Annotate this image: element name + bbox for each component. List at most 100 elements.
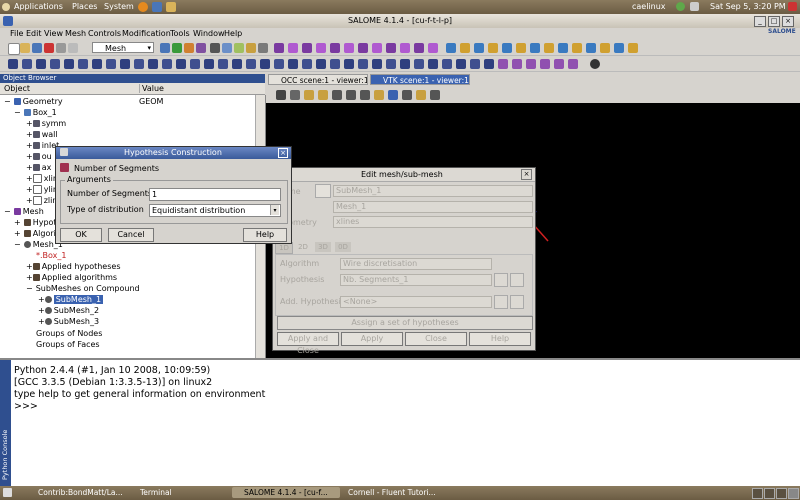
mesh-tool-icon[interactable] (428, 43, 438, 53)
close-icon[interactable]: × (521, 169, 532, 180)
task-salome[interactable]: SALOME 4.1.4 - [cu-f... (232, 487, 340, 498)
control-icon[interactable] (414, 59, 424, 69)
mesh-tool-icon[interactable] (358, 43, 368, 53)
new-icon[interactable] (8, 43, 20, 55)
close-button[interactable]: Close (405, 332, 467, 346)
help-button[interactable]: Help (243, 228, 287, 242)
mesh-edit-icon[interactable] (502, 43, 512, 53)
control-icon[interactable] (78, 59, 88, 69)
mesh-tool-icon[interactable] (400, 43, 410, 53)
control-icon[interactable] (442, 59, 452, 69)
tree-item-geometry[interactable]: − Geometry (4, 97, 63, 106)
mail-icon[interactable] (152, 2, 162, 12)
cancel-button[interactable]: Cancel (108, 228, 154, 242)
tree-item-ylines[interactable]: + ylin (26, 185, 58, 194)
view-icon[interactable] (374, 90, 384, 100)
copy-icon[interactable] (56, 43, 66, 53)
geometry-module-icon[interactable] (160, 43, 170, 53)
close-icon[interactable]: × (278, 148, 288, 158)
tab-occ-viewer[interactable]: OCC scene:1 - viewer:1 (268, 74, 368, 85)
mesh-field[interactable]: Mesh_1 (333, 201, 533, 213)
control-icon[interactable] (288, 59, 298, 69)
mesh-edit-icon[interactable] (628, 43, 638, 53)
trihedron-icon[interactable] (290, 90, 300, 100)
trash-icon[interactable] (788, 488, 799, 499)
apply-button[interactable]: Apply (341, 332, 403, 346)
mesh-edit-icon[interactable] (530, 43, 540, 53)
mesh-tool-icon[interactable] (316, 43, 326, 53)
control-icon[interactable] (22, 59, 32, 69)
new-add-hypothesis-button[interactable] (494, 295, 508, 309)
menu-window[interactable]: Window (193, 29, 225, 38)
control-icon[interactable] (590, 59, 600, 69)
paste-icon[interactable] (68, 43, 78, 53)
tool-icon[interactable] (246, 43, 256, 53)
control-icon[interactable] (50, 59, 60, 69)
mesh-edit-icon[interactable] (516, 43, 526, 53)
tree-item-mesh-box1-ref[interactable]: *.Box_1 (36, 251, 67, 260)
num-segments-input[interactable]: 1 (149, 188, 281, 201)
logout-icon[interactable] (788, 2, 797, 11)
control-icon[interactable] (330, 59, 340, 69)
volume-icon[interactable] (690, 2, 699, 11)
select-object-button[interactable] (315, 184, 331, 198)
task-cornell-fluent[interactable]: Cornell - Fluent Tutori... (336, 487, 444, 498)
tree-item-wall[interactable]: + wall (26, 130, 58, 139)
control-icon[interactable] (92, 59, 102, 69)
control-icon[interactable] (540, 59, 550, 69)
menu-applications[interactable]: Applications (14, 2, 63, 11)
tree-item-symm[interactable]: + symm (26, 119, 66, 128)
tree-item-mesh[interactable]: − Mesh (4, 207, 44, 216)
algorithm-select[interactable]: Wire discretisation (340, 258, 492, 270)
hypothesis-select[interactable]: Nb. Segments_1 (340, 274, 492, 286)
mesh-tool-icon[interactable] (302, 43, 312, 53)
mesh-tool-icon[interactable] (274, 43, 284, 53)
apply-and-close-button[interactable]: Apply and Close (277, 332, 339, 355)
mesh-edit-icon[interactable] (586, 43, 596, 53)
tree-item-groups-nodes[interactable]: Groups of Nodes (36, 329, 102, 338)
menu-places[interactable]: Places (72, 2, 97, 11)
tool-icon[interactable] (234, 43, 244, 53)
supervisor-icon[interactable] (196, 43, 206, 53)
column-value[interactable]: Value (139, 84, 164, 93)
control-icon[interactable] (36, 59, 46, 69)
control-icon[interactable] (8, 59, 18, 69)
control-icon[interactable] (344, 59, 354, 69)
control-icon[interactable] (64, 59, 74, 69)
tree-item-outlet[interactable]: + ou (26, 152, 52, 161)
control-icon[interactable] (358, 59, 368, 69)
rotate-icon[interactable] (346, 90, 356, 100)
task-contrib[interactable]: Contrib:BondMatt/La... (26, 487, 134, 498)
mesh-tool-icon[interactable] (386, 43, 396, 53)
mesh-edit-icon[interactable] (572, 43, 582, 53)
control-icon[interactable] (400, 59, 410, 69)
control-icon[interactable] (512, 59, 522, 69)
control-icon[interactable] (190, 59, 200, 69)
window-menu-icon[interactable] (60, 148, 68, 156)
module-select[interactable]: Mesh ▾ (92, 42, 154, 53)
control-icon[interactable] (316, 59, 326, 69)
tree-item-applied-hypotheses[interactable]: + Applied hypotheses (26, 262, 120, 271)
distribution-select[interactable]: Equidistant distribution ▾ (149, 204, 281, 217)
control-icon[interactable] (274, 59, 284, 69)
mesh-edit-icon[interactable] (544, 43, 554, 53)
menu-file[interactable]: File (10, 29, 23, 38)
new-hypothesis-button[interactable] (494, 273, 508, 287)
control-icon[interactable] (204, 59, 214, 69)
control-icon[interactable] (470, 59, 480, 69)
edit-mesh-titlebar[interactable]: Edit mesh/sub-mesh × (273, 168, 535, 182)
view-icon[interactable] (388, 90, 398, 100)
tree-item-submesh3[interactable]: + SubMesh_3 (38, 317, 99, 326)
view-icon[interactable] (430, 90, 440, 100)
minimize-button[interactable]: _ (754, 16, 766, 27)
tree-item-box1[interactable]: − Box_1 (14, 108, 57, 117)
help-icon[interactable] (166, 2, 176, 12)
mesh-module-icon[interactable] (172, 43, 182, 53)
tree-item-zlines[interactable]: + zlin (26, 196, 57, 205)
control-icon[interactable] (568, 59, 578, 69)
firefox-icon[interactable] (138, 2, 148, 12)
mesh-edit-icon[interactable] (558, 43, 568, 53)
control-icon[interactable] (218, 59, 228, 69)
network-icon[interactable] (676, 2, 685, 11)
tool-icon[interactable] (222, 43, 232, 53)
